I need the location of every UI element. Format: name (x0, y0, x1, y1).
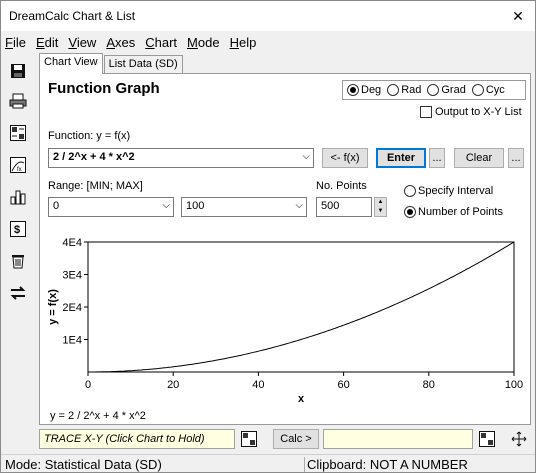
menu-file[interactable]: File (5, 35, 26, 50)
calc-result-field (323, 429, 473, 449)
function-input[interactable]: 2 / 2^x + 4 * x^2 ⌵ (48, 148, 314, 168)
currency-icon[interactable]: $ (8, 219, 28, 239)
enter-options-button[interactable]: ... (429, 148, 445, 168)
trace-readout: TRACE X-Y (Click Chart to Hold) (39, 429, 235, 449)
function-chart[interactable]: 0 20 40 60 80 100 1E4 2E4 3E4 4E4 x y = f(x) (42, 234, 528, 405)
specify-interval-radio[interactable]: Specify Interval (404, 185, 493, 197)
menu-view[interactable]: View (68, 35, 96, 50)
menu-chart[interactable]: Chart (145, 35, 177, 50)
menu-mode[interactable]: Mode (187, 35, 220, 50)
number-of-points-radio[interactable]: Number of Points (404, 206, 503, 218)
bottom-bar: TRACE X-Y (Click Chart to Hold) Calc > (39, 427, 533, 451)
x-axis-label: x (298, 393, 305, 404)
title-bar: DreamCalc Chart & List ✕ (1, 1, 535, 31)
enter-button[interactable]: Enter (376, 148, 426, 168)
angle-rad-radio[interactable]: Rad (387, 84, 421, 96)
angle-mode-group: Deg Rad Grad Cyc (342, 80, 526, 100)
swap-icon[interactable] (8, 283, 28, 303)
app-window: DreamCalc Chart & List ✕ File Edit View … (0, 0, 536, 473)
status-mode: Mode: Statistical Data (SD) (1, 456, 305, 472)
status-clipboard: Clipboard: NOT A NUMBER (307, 456, 468, 472)
y-tick-label: 2E4 (62, 302, 82, 314)
x-tick-label: 60 (337, 379, 349, 391)
svg-text:$: $ (14, 224, 20, 236)
insert-fx-button[interactable]: <- f(x) (322, 148, 368, 168)
angle-grad-radio[interactable]: Grad (427, 84, 466, 96)
menu-axes[interactable]: Axes (106, 35, 135, 50)
save-icon[interactable] (8, 61, 28, 81)
menu-help[interactable]: Help (230, 35, 257, 50)
tab-list-data[interactable]: List Data (SD) (103, 55, 183, 73)
calculator-icon[interactable] (8, 123, 28, 143)
print-icon[interactable] (8, 91, 28, 111)
y-axis-label: y = f(x) (47, 289, 59, 325)
clear-button[interactable]: Clear (454, 148, 504, 168)
plot-frame (87, 241, 515, 373)
angle-cyc-radio[interactable]: Cyc (471, 84, 505, 96)
angle-deg-radio[interactable]: Deg (347, 84, 381, 96)
range-min-input[interactable]: 0 ⌵ (48, 197, 174, 217)
svg-text:fx: fx (17, 167, 22, 173)
clear-options-button[interactable]: ... (508, 148, 524, 168)
y-tick-label: 4E4 (62, 237, 82, 249)
view-tabs: Chart View List Data (SD) (39, 53, 184, 74)
x-tick-label: 0 (85, 379, 91, 391)
x-tick-label: 80 (423, 379, 435, 391)
chart-area[interactable]: 0 20 40 60 80 100 1E4 2E4 3E4 4E4 x y = f(x) (42, 234, 528, 405)
x-tick-label: 40 (252, 379, 264, 391)
trace-copy-icon[interactable] (239, 429, 259, 449)
y-tick-label: 3E4 (62, 270, 82, 282)
status-bar: Mode: Statistical Data (SD) Clipboard: N… (1, 454, 535, 473)
result-copy-icon[interactable] (477, 429, 497, 449)
x-tick-label: 100 (505, 379, 523, 391)
points-label: No. Points (316, 180, 367, 192)
equation-caption: y = 2 / 2^x + 4 * x^2 (50, 410, 146, 422)
window-title: DreamCalc Chart & List (9, 9, 136, 23)
panel-heading: Function Graph (48, 80, 160, 97)
function-chart-icon[interactable]: fx (8, 155, 28, 175)
menu-edit[interactable]: Edit (36, 35, 58, 50)
chart-panel: Function Graph Deg Rad Grad Cyc Output t… (39, 73, 531, 425)
range-label: Range: [MIN; MAX] (48, 180, 143, 192)
points-input[interactable]: 500 (316, 197, 372, 217)
y-tick-label: 1E4 (62, 335, 82, 347)
menu-bar: File Edit View Axes Chart Mode Help (1, 31, 535, 53)
move-icon[interactable] (509, 429, 529, 449)
output-xy-checkbox[interactable]: Output to X-Y List (420, 106, 522, 118)
range-max-input[interactable]: 100 ⌵ (181, 197, 307, 217)
bar-chart-icon[interactable] (8, 187, 28, 207)
calc-button[interactable]: Calc > (273, 429, 319, 449)
close-button[interactable]: ✕ (501, 1, 535, 31)
x-tick-label: 20 (167, 379, 179, 391)
function-label: Function: y = f(x) (48, 130, 131, 142)
side-toolbar: fx $ (1, 53, 35, 453)
points-spinner[interactable]: ▲ ▼ (374, 197, 387, 217)
trash-icon[interactable] (8, 251, 28, 271)
tab-chart-view[interactable]: Chart View (39, 53, 103, 74)
